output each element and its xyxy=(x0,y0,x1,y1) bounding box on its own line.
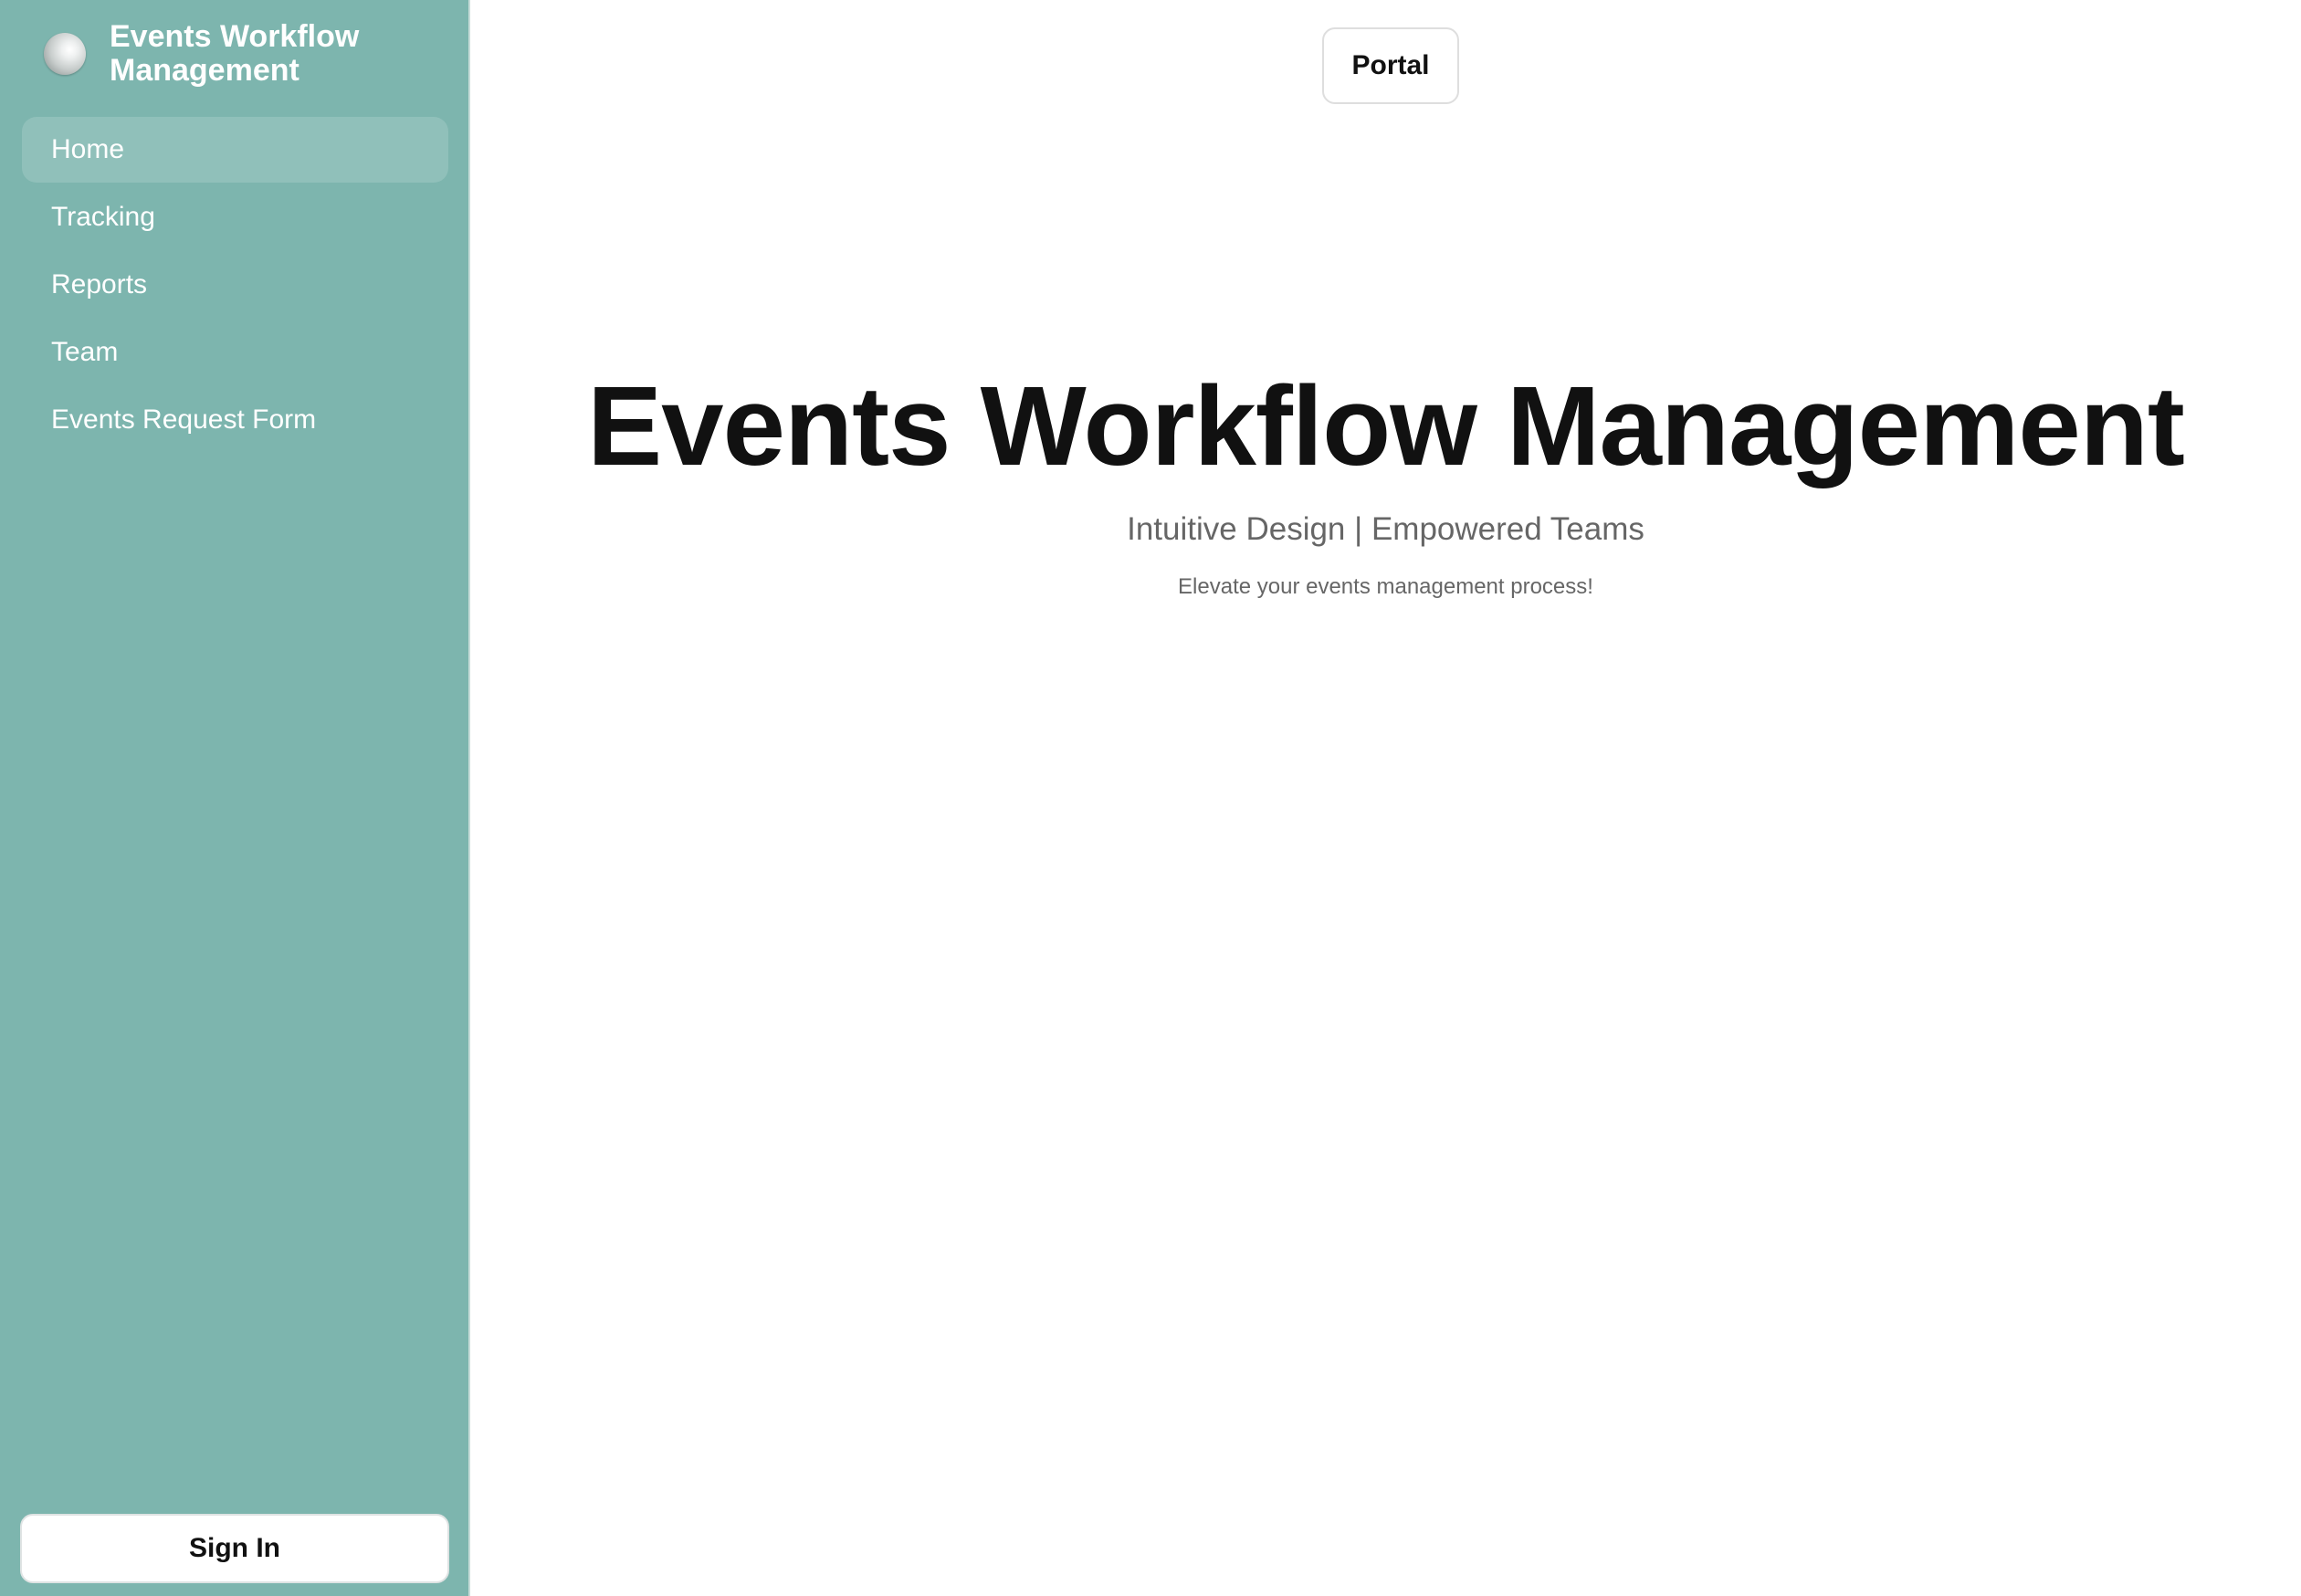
sidebar-item-label: Team xyxy=(51,337,119,367)
brand[interactable]: Events Workflow Management xyxy=(44,20,411,88)
portal-button[interactable]: Portal xyxy=(1322,27,1459,104)
app-root: Events Workflow Management Home Tracking… xyxy=(0,0,2301,1596)
sidebar-item-label: Tracking xyxy=(51,202,155,232)
sphere-logo-icon xyxy=(44,33,86,75)
sidebar-item-label: Reports xyxy=(51,269,148,299)
sidebar-item-label: Home xyxy=(51,134,125,164)
sidebar-item-events-request-form[interactable]: Events Request Form xyxy=(22,387,448,453)
main-content: Portal Events Workflow Management Intuit… xyxy=(470,0,2301,1596)
sidebar-item-team[interactable]: Team xyxy=(22,320,448,385)
sidebar: Events Workflow Management Home Tracking… xyxy=(0,0,470,1596)
sidebar-nav: Home Tracking Reports Team Events Reques… xyxy=(22,117,448,455)
sign-in-button[interactable]: Sign In xyxy=(20,1514,449,1583)
brand-title: Events Workflow Management xyxy=(110,19,360,88)
page-title: Events Workflow Management xyxy=(587,364,2185,489)
hero-tagline: Elevate your events management process! xyxy=(1178,574,1593,599)
sidebar-item-label: Events Request Form xyxy=(51,404,317,435)
sidebar-item-tracking[interactable]: Tracking xyxy=(22,184,448,250)
hero-subtitle: Intuitive Design | Empowered Teams xyxy=(1127,511,1644,547)
sidebar-item-home[interactable]: Home xyxy=(22,117,448,183)
sidebar-item-reports[interactable]: Reports xyxy=(22,252,448,318)
hero-section: Events Workflow Management Intuitive Des… xyxy=(470,363,2301,601)
